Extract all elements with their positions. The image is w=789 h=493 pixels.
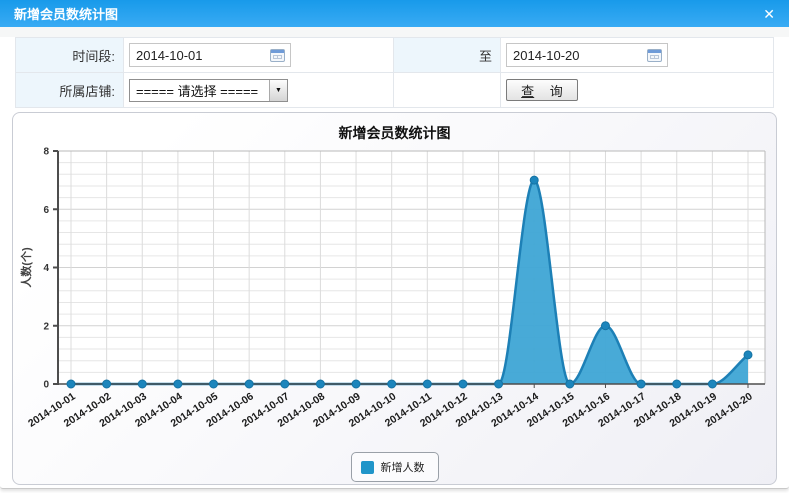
titlebar-gap xyxy=(0,27,789,37)
end-date-input[interactable] xyxy=(507,45,627,65)
period-label-cell: 时间段: xyxy=(16,38,124,73)
shop-label-cell: 所属店铺: xyxy=(16,73,124,108)
dialog-title: 新增会员数统计图 xyxy=(14,4,118,23)
query-button[interactable]: 查 询 xyxy=(506,79,578,101)
shop-select[interactable]: ===== 请选择 ===== ▼ xyxy=(129,79,288,102)
to-label-cell: 至 xyxy=(394,38,501,73)
dialog-titlebar: 新增会员数统计图 ✕ xyxy=(0,0,789,27)
start-date-input[interactable] xyxy=(130,45,250,65)
area-chart: 02468人数(个)2014-10-012014-10-022014-10-03… xyxy=(13,113,778,486)
statistics-dialog: 新增会员数统计图 ✕ 时间段: 至 所属店铺: ===== 请选 xyxy=(0,0,789,489)
start-date-cell xyxy=(124,38,394,73)
svg-text:4: 4 xyxy=(43,263,49,274)
end-date-box xyxy=(506,43,668,67)
chart-legend: 新增人数 xyxy=(351,452,439,482)
svg-text:0: 0 xyxy=(43,380,49,391)
dropdown-arrow-icon[interactable]: ▼ xyxy=(269,80,287,101)
shop-select-value: ===== 请选择 ===== xyxy=(130,81,258,100)
svg-text:6: 6 xyxy=(43,205,49,216)
legend-label: 新增人数 xyxy=(381,459,425,475)
calendar-icon[interactable] xyxy=(647,49,662,62)
start-date-box xyxy=(129,43,291,67)
svg-text:人数(个): 人数(个) xyxy=(19,247,33,288)
empty-cell xyxy=(394,73,501,108)
chart-panel: 新增会员数统计图 02468人数(个)2014-10-012014-10-022… xyxy=(12,112,777,485)
period-label: 时间段: xyxy=(72,46,115,65)
legend-swatch xyxy=(361,461,374,474)
to-label: 至 xyxy=(479,46,492,65)
close-icon[interactable]: ✕ xyxy=(763,7,775,21)
svg-text:2: 2 xyxy=(43,321,49,332)
query-button-label: 查 询 xyxy=(521,81,563,100)
query-cell: 查 询 xyxy=(501,73,774,108)
filter-form: 时间段: 至 所属店铺: ===== 请选择 ===== ▼ xyxy=(15,37,774,108)
svg-text:8: 8 xyxy=(43,147,49,158)
end-date-cell xyxy=(501,38,774,73)
calendar-icon[interactable] xyxy=(270,49,285,62)
shop-label: 所属店铺: xyxy=(59,81,115,100)
shop-select-cell: ===== 请选择 ===== ▼ xyxy=(124,73,394,108)
